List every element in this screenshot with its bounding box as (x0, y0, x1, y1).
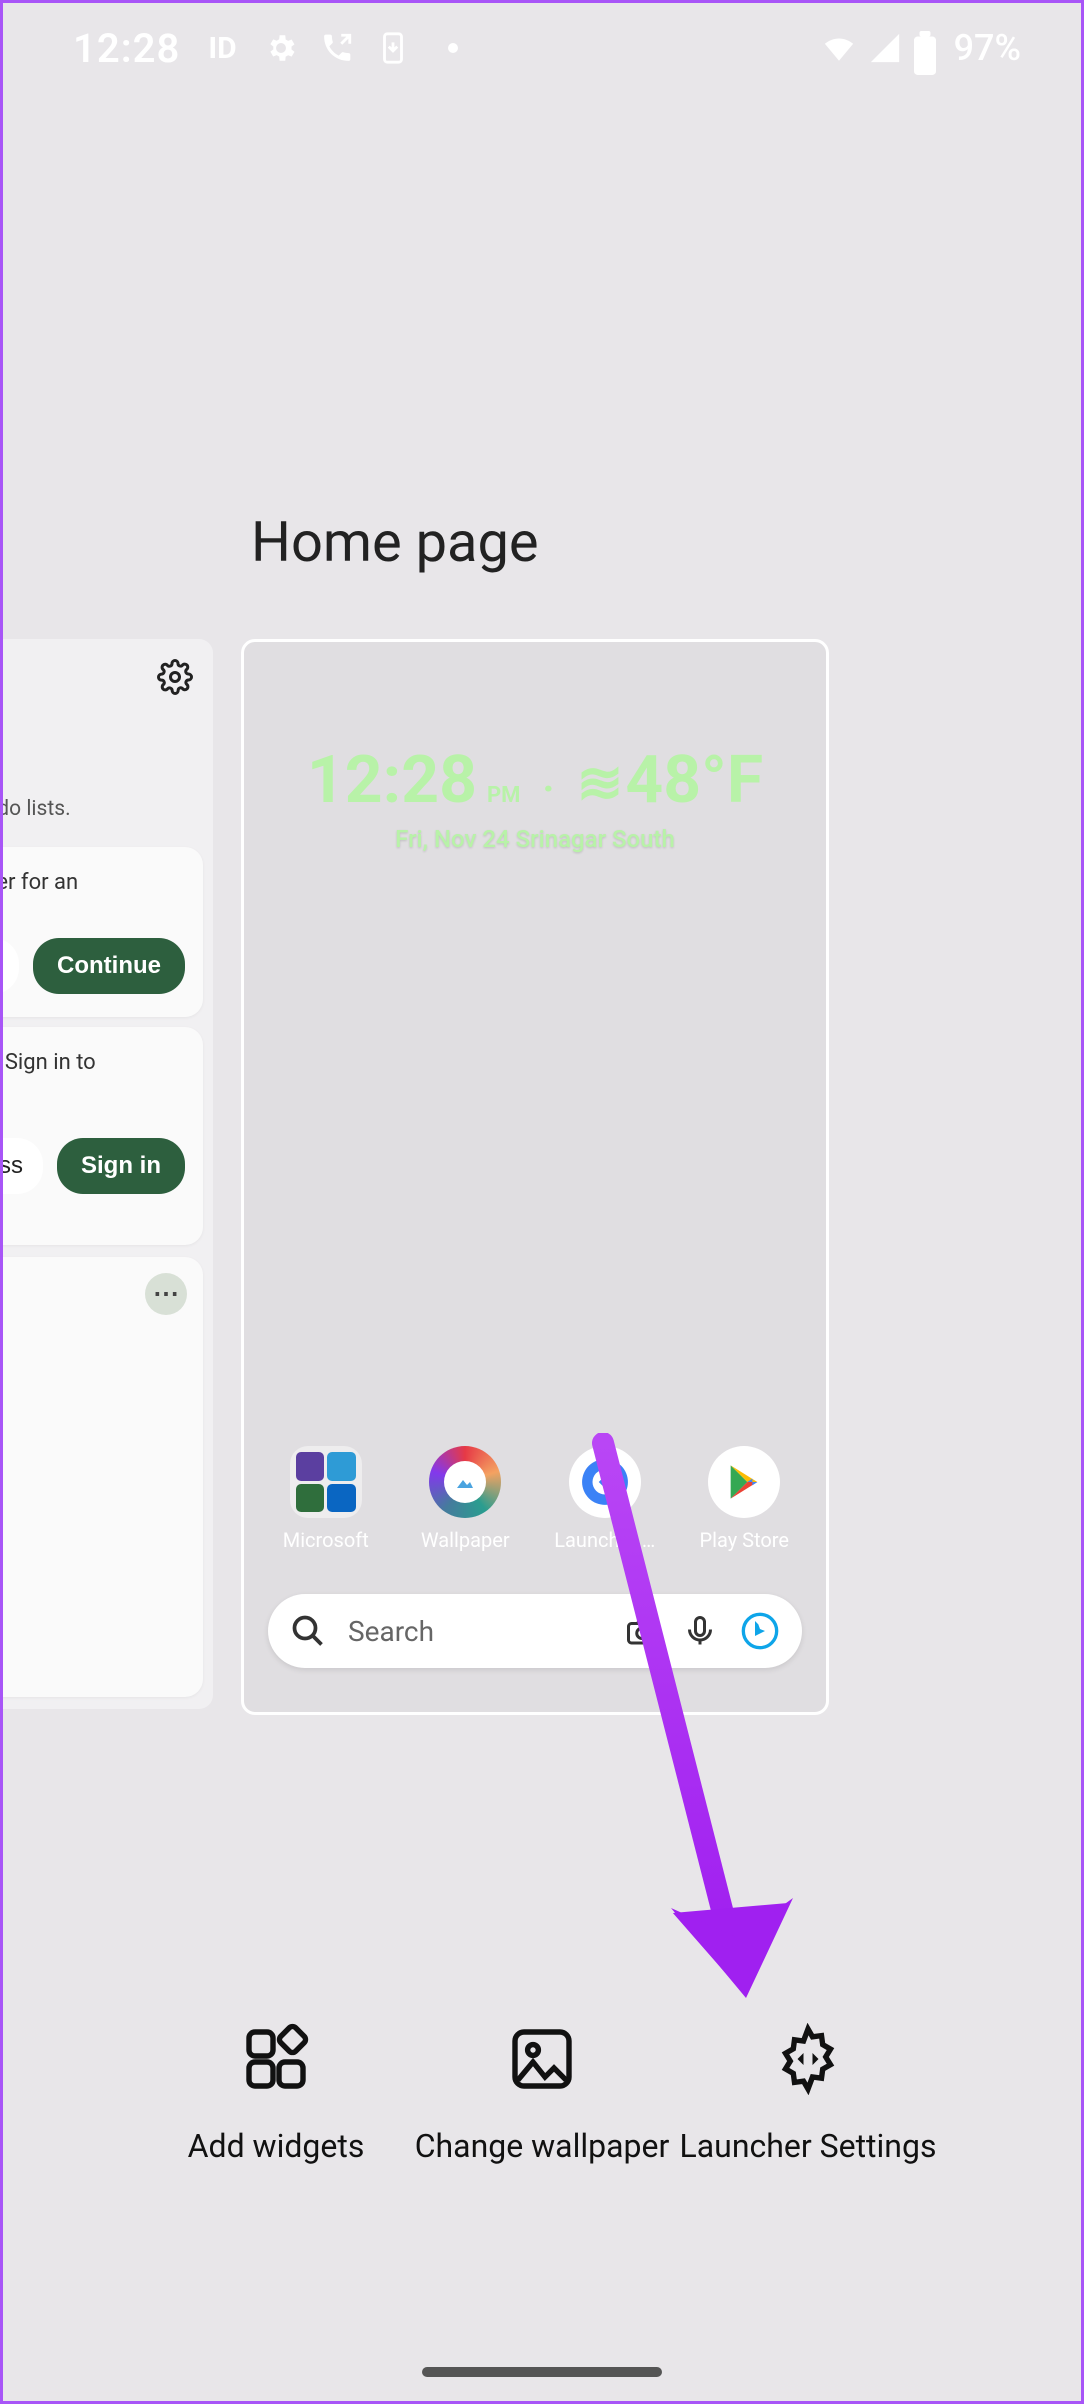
microphone-icon[interactable] (682, 1613, 718, 1649)
feed-subtitle: ents, and to-do lists. (3, 797, 71, 821)
continue-button[interactable]: Continue (33, 938, 185, 994)
launcher-settings-button[interactable]: Launcher Settings (678, 2023, 938, 2168)
widget-time: 12:28 (307, 742, 477, 819)
dot-icon (448, 43, 458, 53)
camera-icon[interactable] (624, 1613, 660, 1649)
search-bar[interactable]: Search (268, 1594, 802, 1668)
download-icon (376, 31, 410, 65)
action-label: Add widgets (146, 2125, 406, 2168)
app-dock: Microsoft Wallpaper Launcher … (244, 1446, 826, 1552)
gear-icon[interactable] (157, 659, 193, 695)
wallpaper-icon (506, 2023, 578, 2095)
battery-icon (914, 31, 936, 65)
widgets-icon (240, 2023, 312, 2095)
phone-missed-icon (320, 31, 354, 65)
app-label: Wallpaper (405, 1528, 525, 1552)
folder-microsoft[interactable]: Microsoft (266, 1446, 386, 1552)
widget-date-location: Fri, Nov 24 Srinagar South (244, 825, 826, 853)
app-launcher-settings[interactable]: Launcher … (545, 1446, 665, 1552)
feed-card[interactable]: ⋯ ntments (3, 1257, 203, 1697)
feed-card[interactable]: fingertips. Sign in to ismiss Sign in (3, 1027, 203, 1245)
settings-arrows-icon (772, 2023, 844, 2095)
separator-icon: · (542, 765, 554, 812)
dismiss-button[interactable]: ismiss (3, 1138, 43, 1194)
battery-percent: 97% (954, 27, 1021, 69)
feed-page-preview[interactable]: on ents, and to-do lists. ult launcher f… (3, 639, 213, 1709)
card-text: fingertips. Sign in to (3, 1049, 185, 1078)
gear-icon (264, 31, 298, 65)
app-label: Launcher … (545, 1528, 665, 1552)
add-widgets-button[interactable]: Add widgets (146, 2023, 406, 2168)
signal-icon (868, 31, 902, 65)
launcher-gear-icon (569, 1446, 641, 1518)
page-title: Home page (251, 509, 539, 575)
action-label: Change wallpaper (412, 2125, 672, 2168)
search-placeholder: Search (348, 1615, 602, 1648)
wallpaper-icon (429, 1446, 501, 1518)
status-bar: 12:28 ID 97% (3, 3, 1081, 93)
change-wallpaper-button[interactable]: Change wallpaper (412, 2023, 672, 2168)
bing-icon[interactable] (740, 1611, 780, 1651)
action-label: Launcher Settings (678, 2125, 938, 2168)
folder-icon (290, 1446, 362, 1518)
card-text: ult launcher for an (3, 869, 185, 898)
widget-ampm: PM (487, 783, 520, 808)
wifi-icon (822, 31, 856, 65)
preview-carousel: on ents, and to-do lists. ult launcher f… (3, 639, 1081, 1729)
app-label: Microsoft (266, 1528, 386, 1552)
search-icon (290, 1613, 326, 1649)
home-page-preview[interactable]: 12:28 PM · ≋ 48°F Fri, Nov 24 Srinagar So… (241, 639, 829, 1715)
clock-weather-widget[interactable]: 12:28 PM · ≋ 48°F Fri, Nov 24 Srinagar So… (244, 742, 826, 853)
id-icon: ID (208, 31, 242, 65)
app-play-store[interactable]: Play Store (684, 1446, 804, 1552)
gesture-nav-bar[interactable] (422, 2367, 662, 2377)
status-time: 12:28 (73, 25, 180, 72)
app-wallpaper[interactable]: Wallpaper (405, 1446, 525, 1552)
play-store-icon (708, 1446, 780, 1518)
dismiss-button[interactable]: miss (3, 938, 19, 994)
sign-in-button[interactable]: Sign in (57, 1138, 185, 1194)
app-label: Play Store (684, 1528, 804, 1552)
feed-card[interactable]: ult launcher for an miss Continue (3, 847, 203, 1017)
bottom-actions: Add widgets Change wallpaper Launcher Se… (3, 2023, 1081, 2168)
weather-fog-icon: ≋ (577, 750, 616, 816)
widget-temperature: 48°F (625, 742, 763, 819)
more-icon[interactable]: ⋯ (145, 1273, 187, 1315)
